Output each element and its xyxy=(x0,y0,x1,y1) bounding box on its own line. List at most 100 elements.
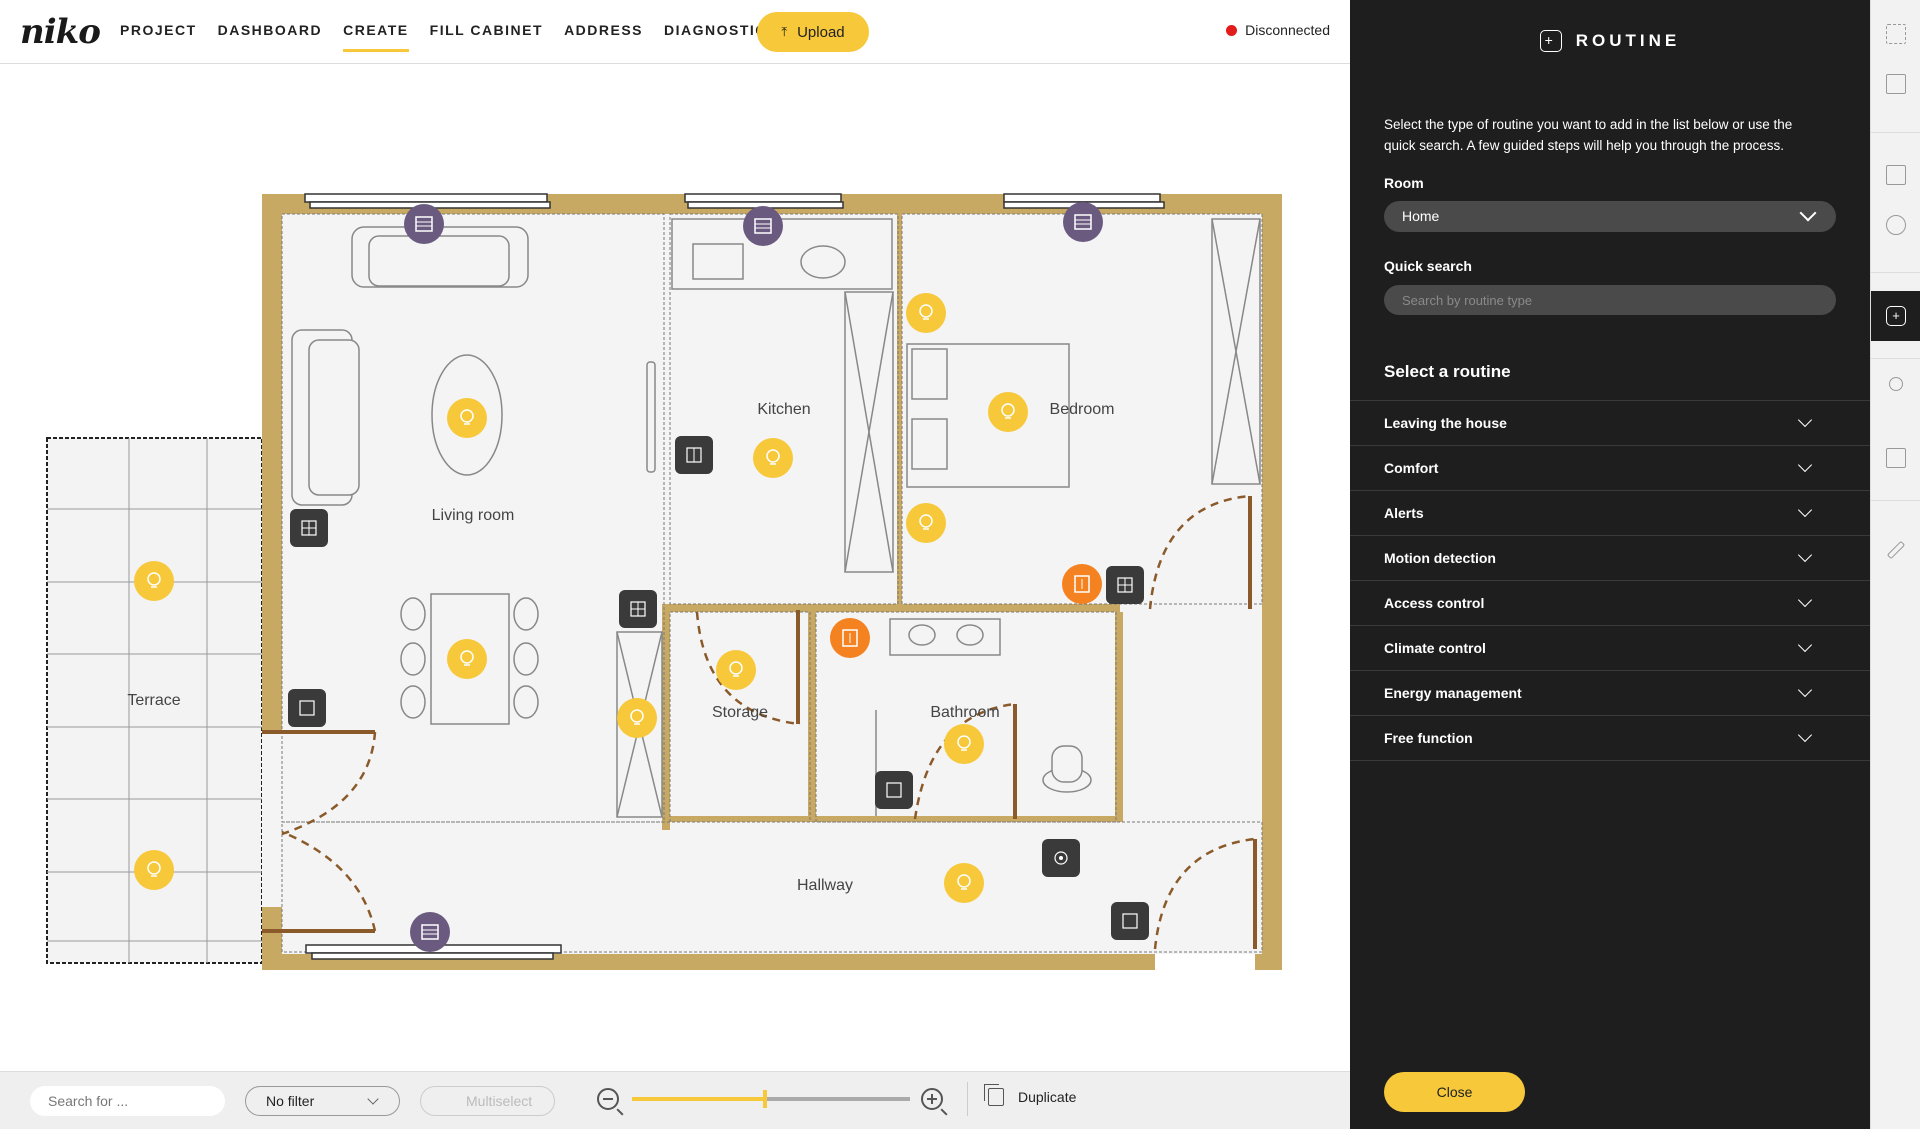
thermostat-icon[interactable] xyxy=(1062,564,1102,604)
duplicate-label: Duplicate xyxy=(1018,1089,1077,1105)
chevron-down-icon xyxy=(367,1093,379,1105)
rail-divider xyxy=(1871,272,1920,273)
niko-logo: niko xyxy=(20,12,101,52)
motion-sensor-icon[interactable] xyxy=(1042,839,1080,877)
filter-dropdown[interactable]: No filter xyxy=(245,1086,400,1116)
toolbar-divider xyxy=(967,1082,968,1116)
room-label-bathroom: Bathroom xyxy=(930,704,1000,721)
chevron-down-icon xyxy=(1797,682,1813,698)
blind-icon[interactable] xyxy=(404,204,444,244)
routine-item-access-control[interactable]: Access control xyxy=(1350,581,1870,626)
map-icon[interactable] xyxy=(1886,74,1906,94)
room-label-hallway: Hallway xyxy=(796,877,854,894)
routine-tab-active[interactable]: + xyxy=(1871,291,1920,341)
right-tool-rail: + xyxy=(1870,0,1920,1129)
status-text: Disconnected xyxy=(1245,22,1330,38)
blind-icon[interactable] xyxy=(743,206,783,246)
light-bulb-icon[interactable] xyxy=(134,850,174,890)
light-bulb-icon[interactable] xyxy=(716,650,756,690)
wall-light-icon[interactable] xyxy=(906,503,946,543)
light-bulb-icon[interactable] xyxy=(944,724,984,764)
duplicate-icon xyxy=(984,1084,1004,1106)
chevron-down-icon xyxy=(1797,727,1813,743)
add-device-icon[interactable] xyxy=(1886,165,1906,185)
multiselect-button[interactable]: Multiselect xyxy=(420,1086,555,1116)
close-label: Close xyxy=(1436,1084,1473,1100)
nav-project[interactable]: PROJECT xyxy=(120,0,197,64)
zoom-out-icon[interactable] xyxy=(597,1088,619,1110)
room-label-bedroom: Bedroom xyxy=(1049,401,1115,418)
routine-item-energy-management[interactable]: Energy management xyxy=(1350,671,1870,716)
calendar-icon[interactable] xyxy=(1886,448,1906,468)
zoom-in-icon[interactable] xyxy=(921,1088,943,1110)
routine-label: Access control xyxy=(1384,595,1485,611)
single-switch-icon[interactable] xyxy=(288,689,326,727)
nav-dashboard[interactable]: DASHBOARD xyxy=(218,0,323,64)
single-switch-icon[interactable] xyxy=(1111,902,1149,940)
device-search[interactable] xyxy=(30,1086,225,1116)
rail-divider xyxy=(1871,358,1920,359)
double-switch-icon[interactable] xyxy=(675,436,713,474)
routine-item-alerts[interactable]: Alerts xyxy=(1350,491,1870,536)
room-label-kitchen: Kitchen xyxy=(757,401,811,418)
zoom-slider-fill xyxy=(632,1097,766,1101)
chevron-down-icon xyxy=(1799,204,1817,222)
tools-icon[interactable] xyxy=(1886,540,1906,560)
touch-switch-icon[interactable] xyxy=(290,509,328,547)
light-bulb-icon[interactable] xyxy=(753,438,793,478)
wall-light-icon[interactable] xyxy=(906,293,946,333)
connections-icon[interactable] xyxy=(1889,377,1903,391)
blind-icon[interactable] xyxy=(1063,202,1103,242)
zoom-slider[interactable] xyxy=(632,1090,910,1108)
light-bulb-icon[interactable] xyxy=(447,639,487,679)
thermostat-icon[interactable] xyxy=(830,618,870,658)
multiselect-label: Multiselect xyxy=(466,1093,533,1109)
routine-label: Alerts xyxy=(1384,505,1424,521)
rail-divider xyxy=(1871,132,1920,133)
routine-label: Free function xyxy=(1384,730,1473,746)
light-bulb-icon[interactable] xyxy=(988,392,1028,432)
panel-title: ROUTINE xyxy=(1575,31,1681,50)
routine-item-free-function[interactable]: Free function xyxy=(1350,716,1870,761)
light-bulb-icon[interactable] xyxy=(447,398,487,438)
blind-icon[interactable] xyxy=(410,912,450,952)
chevron-down-icon xyxy=(1797,592,1813,608)
quick-search-field[interactable] xyxy=(1384,285,1836,315)
routine-panel: ROUTINE Select the type of routine you w… xyxy=(1350,0,1870,1129)
routine-item-leaving-the-house[interactable]: Leaving the house xyxy=(1350,401,1870,446)
quad-switch-icon[interactable] xyxy=(1106,566,1144,604)
single-switch-icon[interactable] xyxy=(875,771,913,809)
status-dot-icon xyxy=(1226,24,1238,36)
duplicate-button[interactable]: Duplicate xyxy=(984,1084,1077,1106)
top-navigation: niko PROJECT DASHBOARD CREATE FILL CABIN… xyxy=(0,0,1350,64)
filter-value: No filter xyxy=(266,1093,315,1109)
nav-create[interactable]: CREATE xyxy=(343,0,409,64)
quad-switch-icon[interactable] xyxy=(619,590,657,628)
routine-label: Comfort xyxy=(1384,460,1439,476)
light-bulb-icon[interactable] xyxy=(134,561,174,601)
room-label-terrace: Terrace xyxy=(127,692,181,709)
device-search-input[interactable] xyxy=(48,1093,208,1109)
routine-item-climate-control[interactable]: Climate control xyxy=(1350,626,1870,671)
connection-status: Disconnected xyxy=(1226,22,1330,38)
zoom-slider-thumb[interactable] xyxy=(763,1090,768,1108)
rail-divider xyxy=(1871,500,1920,501)
nav-fill-cabinet[interactable]: FILL CABINET xyxy=(430,0,543,64)
nav-address[interactable]: ADDRESS xyxy=(564,0,643,64)
light-bulb-icon[interactable] xyxy=(617,698,657,738)
room-select[interactable]: Home xyxy=(1384,201,1836,232)
quick-search-input[interactable] xyxy=(1402,285,1802,315)
chevron-down-icon xyxy=(1797,502,1813,518)
routine-label: Motion detection xyxy=(1384,550,1496,566)
add-group-icon[interactable] xyxy=(1886,215,1906,235)
routine-item-motion-detection[interactable]: Motion detection xyxy=(1350,536,1870,581)
floorplan-canvas[interactable]: Living room Kitchen Bedroom Terrace Stor… xyxy=(0,64,1350,1071)
upload-button[interactable]: ⤒ Upload xyxy=(757,12,869,52)
upload-label: Upload xyxy=(797,23,845,41)
fullscreen-icon[interactable] xyxy=(1886,24,1906,44)
light-bulb-icon[interactable] xyxy=(944,863,984,903)
routine-list: Leaving the house Comfort Alerts Motion … xyxy=(1350,400,1870,761)
routine-item-comfort[interactable]: Comfort xyxy=(1350,446,1870,491)
close-button[interactable]: Close xyxy=(1384,1072,1525,1112)
chevron-down-icon xyxy=(1797,412,1813,428)
